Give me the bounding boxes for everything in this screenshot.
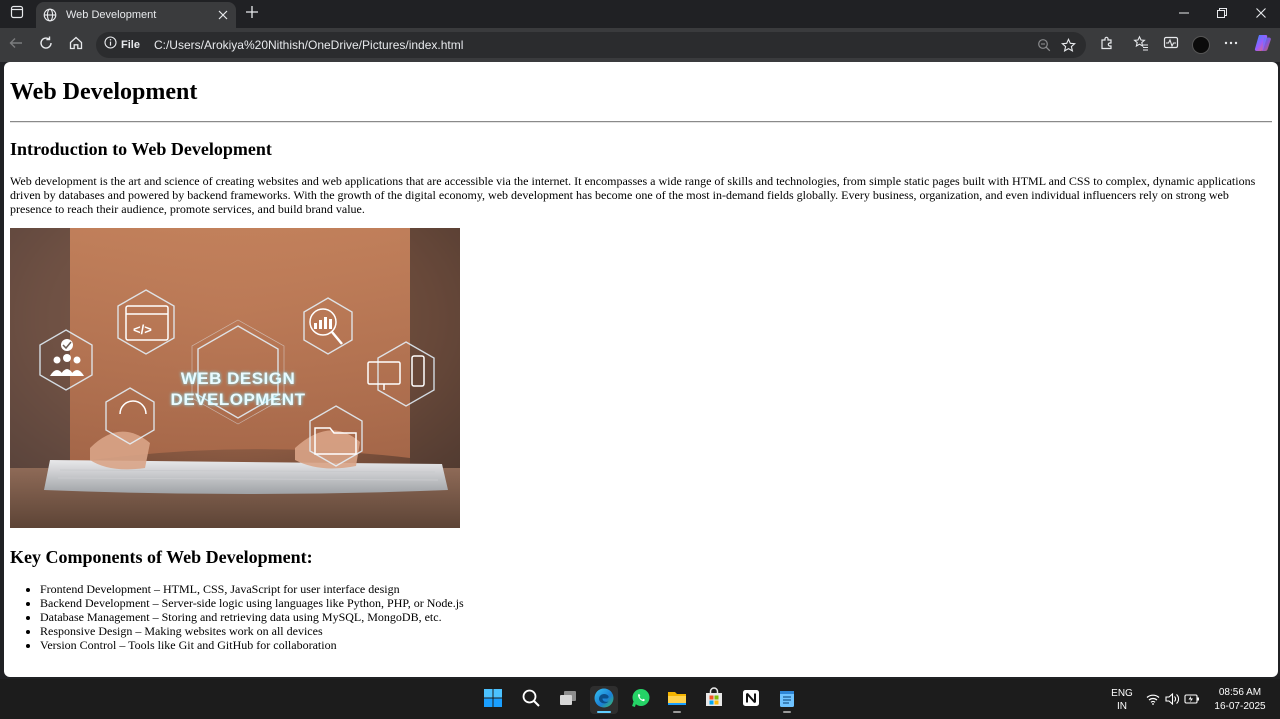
- favorites-button[interactable]: [1129, 33, 1153, 57]
- language-line1: ENG: [1111, 688, 1133, 699]
- favorites-icon: [1133, 35, 1149, 56]
- active-app-indicator: [597, 711, 611, 713]
- components-list: Frontend Development – HTML, CSS, JavaSc…: [10, 582, 1272, 652]
- intro-heading: Introduction to Web Development: [10, 139, 272, 159]
- tab-actions-icon: [10, 5, 24, 24]
- refresh-icon: [38, 35, 54, 56]
- horizontal-rule: [10, 121, 1272, 123]
- minimize-icon: [1179, 5, 1189, 23]
- close-window-button[interactable]: [1242, 0, 1280, 28]
- store-icon: [703, 686, 725, 714]
- tab-web-development[interactable]: Web Development: [36, 2, 236, 28]
- list-item: Responsive Design – Making websites work…: [40, 624, 1272, 638]
- whatsapp-icon: [630, 687, 652, 714]
- taskbar-store-button[interactable]: [700, 686, 728, 714]
- address-bar[interactable]: File C:/Users/Arokiya%20Nithish/OneDrive…: [96, 32, 1086, 58]
- site-info-label: File: [121, 39, 140, 51]
- taskbar-file-explorer-button[interactable]: [663, 686, 691, 714]
- web-design-development-image: </> WEB DESIGN WEB DESIGN DEVELOPMENT DE…: [10, 228, 460, 528]
- language-indicator[interactable]: ENG IN: [1106, 687, 1138, 713]
- taskbar-search-button[interactable]: [517, 686, 545, 714]
- volume-icon[interactable]: [1163, 691, 1181, 707]
- restore-button[interactable]: [1203, 0, 1241, 28]
- overlay-text-line2: DEVELOPMENT: [171, 390, 306, 409]
- home-button[interactable]: [64, 33, 88, 57]
- tab-actions-button[interactable]: [4, 4, 30, 24]
- tab-close-icon[interactable]: [214, 6, 232, 24]
- overlay-text-line1: WEB DESIGN: [181, 369, 296, 388]
- web-content-viewport: Web Development Introduction to Web Deve…: [4, 62, 1278, 677]
- running-app-indicator: [673, 711, 681, 713]
- puzzle-icon: [1099, 35, 1115, 56]
- back-button[interactable]: [4, 33, 28, 57]
- plus-icon: [245, 5, 259, 24]
- running-app-indicator: [783, 711, 791, 713]
- tab-strip: Web Development: [0, 0, 1280, 28]
- new-tab-button[interactable]: [242, 4, 262, 24]
- close-icon: [1256, 5, 1266, 23]
- tab-title: Web Development: [66, 9, 157, 21]
- list-item: Database Management – Storing and retrie…: [40, 610, 1272, 624]
- page-title: Web Development: [10, 79, 198, 105]
- battery-icon[interactable]: [1183, 691, 1201, 707]
- browser-essentials-button[interactable]: [1159, 33, 1183, 57]
- minimize-button[interactable]: [1165, 0, 1203, 28]
- components-heading: Key Components of Web Development:: [10, 547, 313, 567]
- restore-icon: [1217, 5, 1227, 23]
- language-line2: IN: [1117, 701, 1127, 712]
- taskbar-start-button[interactable]: [479, 686, 507, 714]
- web-page: Web Development Introduction to Web Deve…: [4, 78, 1278, 652]
- notion-icon: [741, 688, 761, 713]
- folder-icon: [666, 687, 688, 714]
- clock-time: 08:56 AM: [1218, 687, 1262, 698]
- settings-menu-button[interactable]: [1219, 33, 1243, 57]
- wifi-icon[interactable]: [1144, 691, 1162, 707]
- svg-text:</>: </>: [133, 322, 152, 337]
- taskbar-whatsapp-button[interactable]: [627, 686, 655, 714]
- notepad-icon: [777, 688, 797, 713]
- task-view-icon: [558, 688, 578, 713]
- arrow-left-icon: [8, 35, 24, 56]
- info-icon: [104, 36, 117, 54]
- taskbar: ENG IN 08:56 AM 16-07-2025: [0, 679, 1280, 719]
- windows-start-icon: [483, 688, 503, 713]
- search-icon: [521, 688, 541, 713]
- favorite-star-icon[interactable]: [1056, 33, 1080, 57]
- taskbar-notepad-button[interactable]: [773, 686, 801, 714]
- url-input[interactable]: C:/Users/Arokiya%20Nithish/OneDrive/Pict…: [154, 38, 1032, 52]
- taskbar-edge-button[interactable]: [590, 686, 618, 714]
- list-item: Frontend Development – HTML, CSS, JavaSc…: [40, 582, 1272, 596]
- zoom-icon[interactable]: [1032, 33, 1056, 57]
- heartbeat-icon: [1163, 35, 1179, 56]
- list-item: Version Control – Tools like Git and Git…: [40, 638, 1272, 652]
- intro-paragraph: Web development is the art and science o…: [10, 174, 1256, 216]
- more-dots-icon: [1223, 35, 1239, 56]
- home-icon: [68, 35, 84, 56]
- profile-avatar[interactable]: [1192, 36, 1210, 54]
- copilot-button[interactable]: [1251, 33, 1275, 57]
- taskbar-notion-button[interactable]: [737, 686, 765, 714]
- globe-icon: [42, 7, 58, 23]
- system-clock[interactable]: 08:56 AM 16-07-2025: [1205, 686, 1275, 714]
- refresh-button[interactable]: [34, 33, 58, 57]
- copilot-icon: [1253, 33, 1273, 58]
- taskbar-task-view-button[interactable]: [554, 686, 582, 714]
- list-item: Backend Development – Server-side logic …: [40, 596, 1272, 610]
- site-info-button[interactable]: File: [104, 36, 140, 54]
- edge-icon: [593, 687, 615, 714]
- extensions-button[interactable]: [1095, 33, 1119, 57]
- browser-toolbar: File C:/Users/Arokiya%20Nithish/OneDrive…: [0, 28, 1280, 62]
- clock-date: 16-07-2025: [1214, 701, 1266, 712]
